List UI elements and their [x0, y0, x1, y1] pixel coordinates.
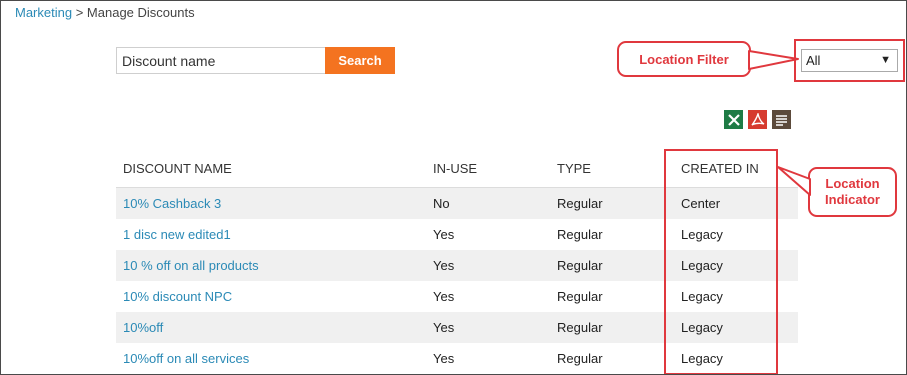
discount-name-cell: 10% Cashback 3	[116, 187, 426, 219]
in-use-cell: No	[426, 187, 550, 219]
discount-name-cell: 10 % off on all products	[116, 250, 426, 281]
created-in-cell: Legacy	[674, 312, 798, 343]
text-export-icon[interactable]	[772, 110, 791, 129]
breadcrumb-current: Manage Discounts	[86, 5, 195, 20]
in-use-cell: Yes	[426, 312, 550, 343]
breadcrumb-marketing-link[interactable]: Marketing	[15, 5, 72, 20]
discount-search-input[interactable]	[116, 47, 327, 74]
column-header-in-use[interactable]: IN-USE	[426, 149, 550, 188]
in-use-cell: Yes	[433, 289, 455, 304]
excel-export-icon[interactable]	[724, 110, 743, 129]
discount-name-link[interactable]: 10 % off on all products	[123, 258, 259, 273]
breadcrumb-separator: >	[75, 5, 84, 20]
chevron-down-icon: ▼	[880, 54, 891, 66]
location-filter-pointer	[748, 50, 799, 70]
table-row: 10 % off on all products Yes Regular Leg…	[116, 250, 798, 281]
discount-name-cell: 10%off on all services	[116, 343, 426, 374]
type-cell: Regular	[550, 250, 674, 281]
table-row: 1 disc new edited1 Yes Regular Legacy	[116, 219, 798, 250]
table-row: 10%off Yes Regular Legacy	[116, 312, 798, 343]
search-button[interactable]: Search	[325, 47, 395, 74]
in-use-cell: Yes	[433, 351, 455, 366]
breadcrumb: Marketing > Manage Discounts	[15, 5, 195, 20]
column-header-type[interactable]: TYPE	[550, 149, 674, 188]
created-in-cell: Legacy	[674, 250, 798, 281]
type-cell: Regular	[557, 351, 603, 366]
discount-name-cell: 10%off	[116, 312, 426, 343]
location-filter-highlight: All ▼	[794, 39, 905, 82]
discount-name-link[interactable]: 10%off	[123, 320, 163, 335]
location-indicator-callout-line1: Location	[825, 176, 880, 191]
table-row: 10%off on all services Yes Regular Legac…	[116, 343, 798, 374]
location-filter-select[interactable]: All ▼	[801, 49, 898, 72]
location-filter-selected: All	[806, 53, 821, 68]
discount-name-link[interactable]: 10% discount NPC	[123, 289, 232, 304]
created-in-cell: Center	[674, 187, 798, 219]
type-cell: Regular	[557, 289, 603, 304]
created-in-cell: Legacy	[681, 289, 723, 304]
discounts-table: DISCOUNT NAME IN-USE TYPE CREATED IN 10%…	[116, 149, 798, 374]
table-header-row: DISCOUNT NAME IN-USE TYPE CREATED IN	[116, 149, 798, 188]
in-use-cell: Yes	[433, 227, 455, 242]
location-filter-callout: Location Filter	[617, 41, 751, 77]
discount-name-link[interactable]: 10% Cashback 3	[123, 196, 221, 211]
created-in-cell: Legacy	[681, 227, 723, 242]
discount-name-link[interactable]: 1 disc new edited1	[123, 227, 231, 242]
type-cell: Regular	[550, 312, 674, 343]
table-row: 10% Cashback 3 No Regular Center	[116, 187, 798, 219]
discount-name-link[interactable]: 10%off on all services	[123, 351, 249, 366]
pdf-export-icon[interactable]	[748, 110, 767, 129]
discount-name-cell: 10% discount NPC	[116, 281, 426, 312]
column-header-discount-name[interactable]: DISCOUNT NAME	[116, 149, 426, 188]
location-indicator-callout: Location Indicator	[808, 167, 897, 217]
location-indicator-callout-line2: Indicator	[825, 192, 880, 207]
table-row: 10% discount NPC Yes Regular Legacy	[116, 281, 798, 312]
manage-discounts-page: Marketing > Manage Discounts Search Loca…	[0, 0, 907, 375]
created-in-cell: Legacy	[681, 351, 723, 366]
discount-name-cell: 1 disc new edited1	[116, 219, 426, 250]
type-cell: Regular	[550, 187, 674, 219]
type-cell: Regular	[557, 227, 603, 242]
in-use-cell: Yes	[426, 250, 550, 281]
column-header-created-in[interactable]: CREATED IN	[674, 149, 798, 188]
location-filter-callout-label: Location Filter	[639, 51, 729, 67]
